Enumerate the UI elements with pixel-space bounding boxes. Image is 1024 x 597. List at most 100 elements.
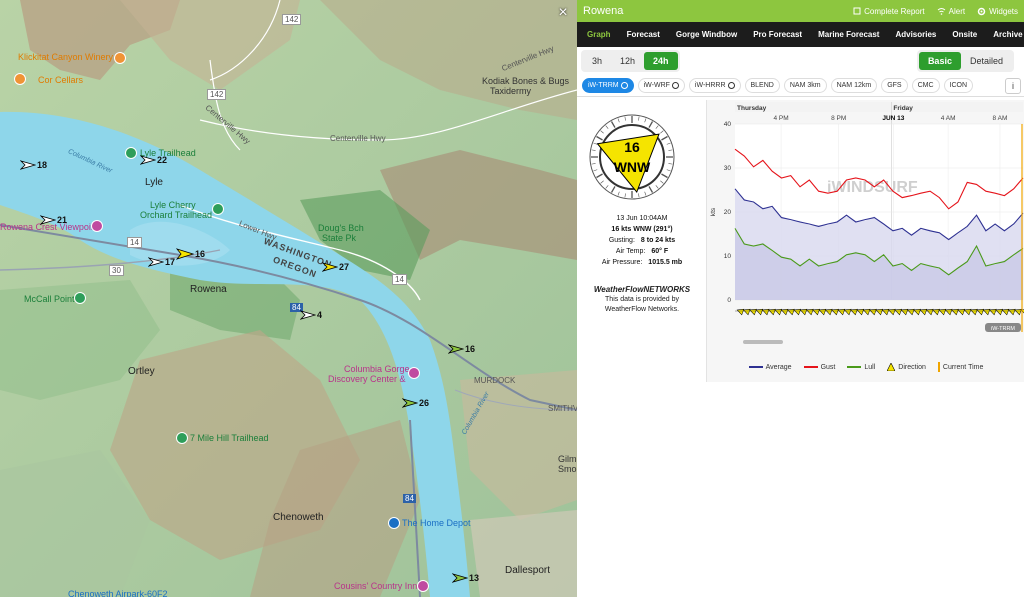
trailhead-pin-icon[interactable] (176, 432, 188, 444)
place-smok: Smok (558, 464, 577, 474)
poi-state-pk: State Pk (322, 233, 357, 243)
trailhead-pin-icon[interactable] (212, 203, 224, 215)
range-option-24h[interactable]: 24h (644, 52, 678, 70)
model-chip-nam-3km[interactable]: NAM 3km (783, 78, 827, 93)
graph-content: 16 WNW 13 Jun 10:04AM 16 kts WNW (291°) … (577, 100, 1024, 390)
air-pressure-label: Air Pressure: (601, 259, 643, 266)
legend-gust[interactable]: Gust (803, 363, 836, 371)
gusting-row: Gusting: 8 to 24 kts (577, 235, 707, 246)
poi-klickitat-winery[interactable]: Klickitat Canyon Winery (18, 52, 113, 62)
wind-marker[interactable]: 13 (452, 573, 479, 583)
current-time-swatch (937, 362, 940, 372)
cellar-pin-icon[interactable] (14, 73, 26, 85)
mode-option-detailed[interactable]: Detailed (961, 52, 1012, 70)
x-tick-label: JUN 13 (882, 115, 904, 122)
nav-item-gorge-windbow[interactable]: Gorge Windbow (668, 30, 745, 39)
wind-arrow-icon (452, 573, 468, 583)
inn-pin-icon[interactable] (417, 580, 429, 592)
model-option-icon (727, 82, 735, 89)
poi-lyle-cherry[interactable]: Lyle Cherry (150, 200, 196, 210)
complete-report-button[interactable]: Complete Report (853, 7, 925, 16)
wind-speed-label: 21 (57, 215, 68, 225)
widgets-button[interactable]: Widgets (977, 7, 1018, 16)
place-murdock: MURDOCK (474, 376, 516, 385)
wind-marker[interactable]: 18 (20, 160, 47, 170)
lull-swatch (847, 366, 862, 368)
model-chip-label: ICON (949, 82, 968, 89)
model-chip-iw-wrf[interactable]: iW-WRF (637, 78, 685, 93)
nav-item-graph[interactable]: Graph (579, 30, 619, 39)
info-button[interactable]: i (1005, 78, 1021, 94)
poi-cor-cellars[interactable]: Cor Cellars (38, 75, 83, 85)
close-map-icon[interactable]: × (555, 5, 571, 21)
poi-kodiak[interactable]: Kodiak Bones & Bugs (482, 76, 569, 86)
legend-lull[interactable]: Lull (847, 364, 875, 371)
day-label: Thursday (737, 105, 767, 112)
legend-current-time[interactable]: Current Time (937, 362, 983, 372)
range-option-3h[interactable]: 3h (583, 52, 611, 70)
museum-pin-icon[interactable] (408, 367, 420, 379)
model-chip-iw-hrrr[interactable]: iW-HRRR (688, 78, 741, 93)
nav-item-onsite[interactable]: Onsite (944, 30, 985, 39)
wind-marker[interactable]: 21 (40, 215, 67, 225)
mode-option-basic[interactable]: Basic (918, 52, 961, 70)
road-centerville-2: Centerville Hwy (330, 134, 386, 143)
legend-average[interactable]: Average (748, 364, 792, 371)
viewpoint-pin-icon[interactable] (91, 220, 103, 232)
poi-chenoweth-airpark[interactable]: Chenoweth Airpark-60F2 (68, 589, 168, 597)
range-option-12h[interactable]: 12h (611, 52, 644, 70)
wifi-alert-icon (937, 8, 945, 15)
weatherflow-logo[interactable]: WeatherFlowNETWORKS (577, 285, 707, 294)
store-pin-icon[interactable] (388, 517, 400, 529)
wind-marker[interactable]: 16 (448, 344, 475, 354)
x-tick-label: 4 PM (773, 115, 788, 122)
alert-button[interactable]: Alert (937, 7, 965, 16)
x-tick-label: 8 AM (993, 115, 1008, 122)
model-chip-label: NAM 12km (836, 82, 872, 89)
poi-cousins-inn[interactable]: Cousins' Country Inn (334, 581, 417, 591)
wind-chart[interactable]: Thursday Friday 4 PM 8 PM JUN 13 4 AM 8 AM 0 10 2… (706, 100, 1024, 382)
model-chip-label: iW-HRRR (694, 82, 726, 89)
model-option-icon (671, 82, 679, 89)
model-chip-label: iW-TRRM (588, 82, 619, 89)
model-chip-cmc[interactable]: CMC (911, 78, 940, 93)
wind-arrow-icon (148, 257, 164, 267)
wind-marker[interactable]: 27 (322, 262, 349, 272)
poi-columbia-gorge[interactable]: Columbia Gorge (344, 364, 410, 374)
y-tick-label: 0 (727, 297, 731, 304)
wind-marker[interactable]: 17 (148, 257, 175, 267)
chart-scrollbar[interactable] (743, 340, 783, 344)
poi-home-depot[interactable]: The Home Depot (402, 518, 471, 528)
reading-summary: 16 kts WNW (291°) (611, 226, 673, 233)
model-chip-gfs[interactable]: GFS (881, 78, 908, 93)
wind-marker[interactable]: 4 (300, 310, 322, 320)
route-84b-shield: 84 (403, 494, 416, 503)
trailhead-pin-icon[interactable] (74, 292, 86, 304)
time-range-selector: 3h 12h 24h (581, 50, 680, 72)
route-142-shield: 142 (282, 14, 302, 25)
trailhead-pin-icon[interactable] (125, 147, 137, 159)
wind-marker-selected[interactable]: 16 (176, 248, 205, 260)
nav-item-advisories[interactable]: Advisories (887, 30, 944, 39)
wind-chart-svg[interactable]: Thursday Friday 4 PM 8 PM JUN 13 4 AM 8 AM 0 10 2… (707, 100, 1024, 352)
reading-details: 13 Jun 10:04AM 16 kts WNW (291°) Gusting… (577, 213, 707, 268)
legend-gust-label: Gust (820, 363, 836, 371)
nav-item-forecast[interactable]: Forecast (619, 30, 668, 39)
place-dallesport: Dallesport (505, 565, 551, 576)
model-chip-icon[interactable]: ICON (943, 78, 974, 93)
model-chip-blend[interactable]: BLEND (744, 78, 780, 93)
nav-item-marine-forecast[interactable]: Marine Forecast (810, 30, 887, 39)
wind-marker[interactable]: 22 (140, 155, 167, 165)
model-chip-iw-trrm[interactable]: iW-TRRM (582, 78, 634, 93)
map-view[interactable]: × Klickitat Canyon Winery Cor Cellars Ko… (0, 0, 577, 597)
station-panel: Rowena Complete Report Alert Widgets Gra… (577, 0, 1024, 597)
nav-item-pro-forecast[interactable]: Pro Forecast (745, 30, 810, 39)
wind-marker[interactable]: 26 (402, 398, 429, 408)
winery-pin-icon[interactable] (114, 52, 126, 64)
nav-item-archive[interactable]: Archive (985, 30, 1024, 39)
legend-direction[interactable]: Direction (887, 363, 926, 371)
poi-seven-mile-trailhead[interactable]: 7 Mile Hill Trailhead (190, 433, 269, 443)
model-chip-nam-12km[interactable]: NAM 12km (830, 78, 878, 93)
poi-mccall-point[interactable]: McCall Point (24, 294, 75, 304)
main-nav: Graph Forecast Gorge Windbow Pro Forecast Ma… (577, 22, 1024, 47)
